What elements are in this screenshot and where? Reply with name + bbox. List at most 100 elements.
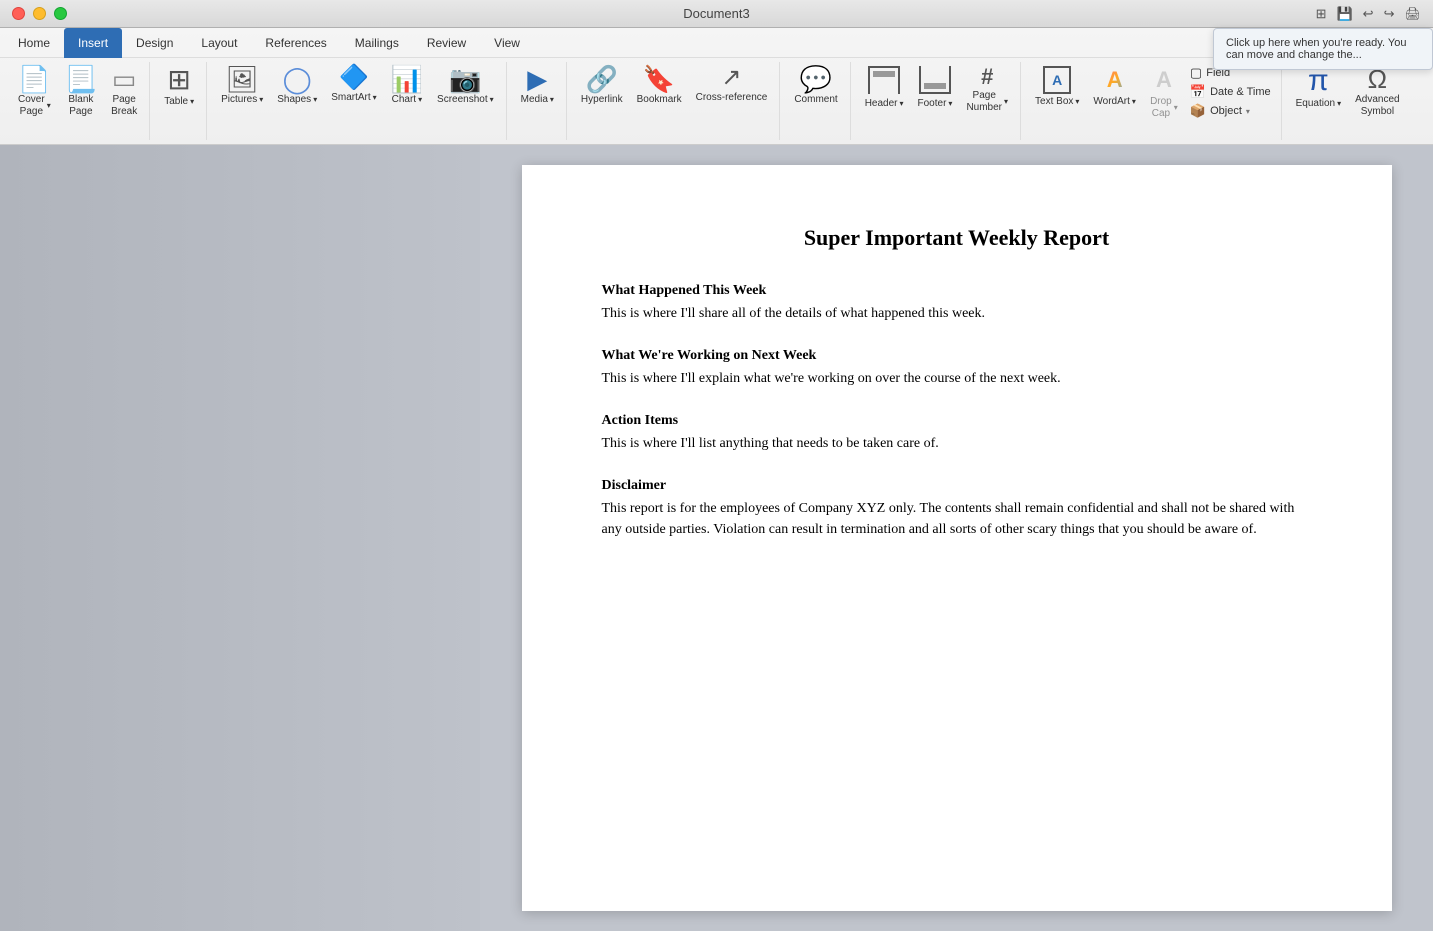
cross-reference-button[interactable]: ↗ Cross-reference bbox=[690, 62, 774, 108]
section-2-heading: What We're Working on Next Week bbox=[602, 348, 1312, 364]
symbols-group-items: π Equation ▾ Ω AdvancedSymbol bbox=[1290, 62, 1406, 140]
section-4-heading: Disclaimer bbox=[602, 478, 1312, 494]
smartart-icon: 🔷 bbox=[339, 66, 369, 90]
shapes-button[interactable]: ◯ Shapes ▾ bbox=[271, 62, 323, 110]
tab-references[interactable]: References bbox=[251, 28, 340, 58]
section-4: Disclaimer This report is for the employ… bbox=[602, 478, 1312, 540]
advanced-symbol-button[interactable]: Ω AdvancedSymbol bbox=[1349, 62, 1405, 122]
tab-view[interactable]: View bbox=[480, 28, 534, 58]
bookmark-label: Bookmark bbox=[637, 94, 682, 106]
text-stack: ▢ Field 📅 Date & Time 📦 Object ▾ bbox=[1186, 62, 1275, 120]
close-button[interactable] bbox=[12, 7, 25, 20]
footer-button[interactable]: Footer ▾ bbox=[912, 62, 959, 114]
section-1-body[interactable]: This is where I'll share all of the deta… bbox=[602, 303, 1312, 324]
tab-home[interactable]: Home bbox=[4, 28, 64, 58]
tab-design[interactable]: Design bbox=[122, 28, 187, 58]
footer-icon bbox=[919, 66, 951, 94]
document-page: Super Important Weekly Report What Happe… bbox=[522, 165, 1392, 911]
symbols-group: π Equation ▾ Ω AdvancedSymbol bbox=[1284, 62, 1412, 140]
media-label: Media ▾ bbox=[521, 94, 554, 106]
blank-page-button[interactable]: 📃 BlankPage bbox=[59, 62, 103, 122]
tab-mailings[interactable]: Mailings bbox=[341, 28, 413, 58]
document-area: Super Important Weekly Report What Happe… bbox=[480, 145, 1433, 931]
page-break-icon: ▭ bbox=[112, 66, 137, 92]
ribbon-content: 📄 CoverPage ▾ 📃 BlankPage ▭ PageBreak ⊞ … bbox=[0, 58, 1433, 144]
footer-label: Footer ▾ bbox=[918, 98, 953, 110]
date-time-button[interactable]: 📅 Date & Time bbox=[1186, 83, 1275, 101]
page-break-button[interactable]: ▭ PageBreak bbox=[105, 62, 143, 122]
media-button[interactable]: ▶ Media ▾ bbox=[515, 62, 560, 110]
text-box-label: Text Box ▾ bbox=[1035, 96, 1079, 108]
header-button[interactable]: Header ▾ bbox=[859, 62, 910, 114]
notification-bar: Click up here when you're ready. You can… bbox=[1213, 28, 1433, 70]
object-button[interactable]: 📦 Object ▾ bbox=[1186, 102, 1275, 120]
illustrations-group-items: 🖼 Pictures ▾ ◯ Shapes ▾ 🔷 SmartArt ▾ 📊 C… bbox=[215, 62, 500, 140]
object-label: Object bbox=[1210, 105, 1242, 117]
wordart-button[interactable]: A WordArt ▾ bbox=[1087, 62, 1142, 112]
screenshot-button[interactable]: 📷 Screenshot ▾ bbox=[431, 62, 500, 110]
title-bar: ⊞ 💾 ↩ ↪ 🖨 Document3 bbox=[0, 0, 1433, 28]
blank-page-icon: 📃 bbox=[65, 66, 97, 92]
tab-review[interactable]: Review bbox=[413, 28, 480, 58]
comment-group-items: 💬 Comment bbox=[788, 62, 843, 140]
drop-cap-button[interactable]: A DropCap ▾ bbox=[1144, 62, 1184, 124]
title-bar-actions: ⊞ 💾 ↩ ↪ 🖨 bbox=[1316, 6, 1421, 22]
equation-label: Equation ▾ bbox=[1296, 98, 1342, 110]
page-number-button[interactable]: # PageNumber ▾ bbox=[960, 62, 1014, 118]
redo-icon[interactable]: ↪ bbox=[1384, 6, 1395, 22]
pages-group: 📄 CoverPage ▾ 📃 BlankPage ▭ PageBreak bbox=[6, 62, 150, 140]
hyperlink-icon: 🔗 bbox=[586, 66, 618, 92]
section-3-body[interactable]: This is where I'll list anything that ne… bbox=[602, 433, 1312, 454]
cover-page-icon: 📄 bbox=[18, 66, 50, 92]
window-controls bbox=[12, 7, 67, 20]
maximize-button[interactable] bbox=[54, 7, 67, 20]
pictures-icon: 🖼 bbox=[226, 66, 259, 92]
chart-icon: 📊 bbox=[391, 66, 423, 92]
date-time-icon: 📅 bbox=[1190, 84, 1206, 100]
comment-group: 💬 Comment bbox=[782, 62, 850, 140]
chart-button[interactable]: 📊 Chart ▾ bbox=[385, 62, 429, 110]
object-icon: 📦 bbox=[1190, 103, 1206, 119]
section-2: What We're Working on Next Week This is … bbox=[602, 348, 1312, 389]
bookmark-button[interactable]: 🔖 Bookmark bbox=[631, 62, 688, 110]
table-group: ⊞ Table ▾ bbox=[152, 62, 207, 140]
text-group-items: A Text Box ▾ A WordArt ▾ A DropCap ▾ ▢ bbox=[1029, 62, 1275, 140]
undo-icon[interactable]: ↩ bbox=[1363, 6, 1374, 22]
hyperlink-button[interactable]: 🔗 Hyperlink bbox=[575, 62, 629, 110]
cover-page-button[interactable]: 📄 CoverPage ▾ bbox=[12, 62, 57, 122]
sidebar-toggle-icon[interactable]: ⊞ bbox=[1316, 6, 1327, 22]
pages-group-items: 📄 CoverPage ▾ 📃 BlankPage ▭ PageBreak bbox=[12, 62, 143, 140]
header-label: Header ▾ bbox=[865, 98, 904, 110]
smartart-button[interactable]: 🔷 SmartArt ▾ bbox=[325, 62, 382, 108]
save-icon[interactable]: 💾 bbox=[1336, 6, 1352, 22]
page-number-label: PageNumber ▾ bbox=[966, 90, 1008, 114]
comment-button[interactable]: 💬 Comment bbox=[788, 62, 843, 110]
pictures-button[interactable]: 🖼 Pictures ▾ bbox=[215, 62, 269, 110]
section-4-body[interactable]: This report is for the employees of Comp… bbox=[602, 498, 1312, 540]
section-2-body[interactable]: This is where I'll explain what we're wo… bbox=[602, 368, 1312, 389]
comment-icon: 💬 bbox=[800, 66, 832, 92]
section-1-heading: What Happened This Week bbox=[602, 283, 1312, 299]
text-box-icon: A bbox=[1043, 66, 1071, 94]
table-label: Table ▾ bbox=[164, 96, 194, 108]
table-button[interactable]: ⊞ Table ▾ bbox=[158, 62, 200, 112]
date-time-label: Date & Time bbox=[1210, 86, 1271, 98]
cross-reference-label: Cross-reference bbox=[696, 92, 768, 104]
hyperlink-label: Hyperlink bbox=[581, 94, 623, 106]
comment-label: Comment bbox=[794, 94, 837, 106]
print-icon[interactable]: 🖨 bbox=[1404, 6, 1421, 22]
illustrations-group: 🖼 Pictures ▾ ◯ Shapes ▾ 🔷 SmartArt ▾ 📊 C… bbox=[209, 62, 507, 140]
cover-page-label: CoverPage ▾ bbox=[18, 94, 51, 118]
drop-cap-icon: A bbox=[1150, 66, 1178, 94]
minimize-button[interactable] bbox=[33, 7, 46, 20]
section-1: What Happened This Week This is where I'… bbox=[602, 283, 1312, 324]
tab-insert[interactable]: Insert bbox=[64, 28, 122, 58]
object-arrow: ▾ bbox=[1246, 107, 1250, 116]
screenshot-icon: 📷 bbox=[449, 66, 481, 92]
text-box-button[interactable]: A Text Box ▾ bbox=[1029, 62, 1085, 112]
links-group: 🔗 Hyperlink 🔖 Bookmark ↗ Cross-reference bbox=[569, 62, 780, 140]
tab-layout[interactable]: Layout bbox=[187, 28, 251, 58]
header-icon bbox=[868, 66, 900, 94]
blank-page-label: BlankPage bbox=[68, 94, 93, 118]
media-icon: ▶ bbox=[527, 66, 547, 92]
